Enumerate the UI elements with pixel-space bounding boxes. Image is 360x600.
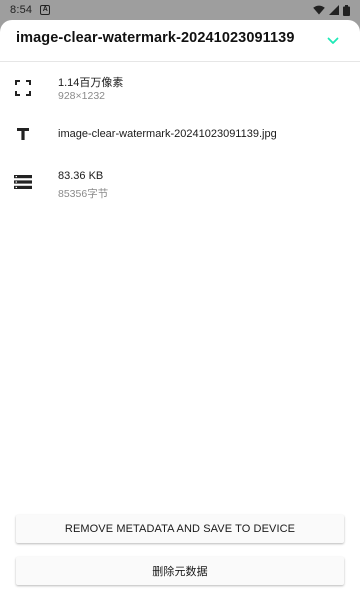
- battery-icon: [343, 4, 350, 16]
- filename-row: image-clear-watermark-20241023091139.jpg: [0, 120, 360, 150]
- remove-metadata-save-button[interactable]: REMOVE METADATA AND SAVE TO DEVICE: [16, 515, 344, 543]
- resolution-row: 1.14百万像素 928×1232: [0, 70, 360, 110]
- megapixels-text: 1.14百万像素: [58, 77, 124, 89]
- size-row: 83.36 KB 85356字节: [0, 166, 360, 206]
- signal-icon: [329, 5, 339, 15]
- dimensions-text: 928×1232: [58, 90, 106, 102]
- text-title-icon: [14, 125, 32, 143]
- status-icons: [313, 4, 350, 16]
- chevron-down-icon: [327, 37, 339, 44]
- fullscreen-corners-icon: [14, 79, 32, 97]
- metadata-bottom-sheet: image-clear-watermark-20241023091139 1.1…: [0, 20, 360, 600]
- sheet-header: image-clear-watermark-20241023091139: [0, 20, 360, 62]
- storage-list-icon: [14, 173, 32, 191]
- collapse-button[interactable]: [322, 30, 344, 52]
- delete-metadata-button[interactable]: 删除元数据: [16, 557, 344, 585]
- notification-icon: A: [40, 5, 51, 15]
- wifi-icon: [313, 5, 325, 15]
- status-time: 8:54: [10, 4, 33, 16]
- status-bar: 8:54 A: [0, 0, 360, 20]
- size-kb-text: 83.36 KB: [58, 170, 104, 182]
- file-title: image-clear-watermark-20241023091139: [16, 30, 295, 46]
- size-bytes-text: 85356字节: [58, 188, 109, 200]
- filename-text: image-clear-watermark-20241023091139.jpg: [58, 128, 277, 140]
